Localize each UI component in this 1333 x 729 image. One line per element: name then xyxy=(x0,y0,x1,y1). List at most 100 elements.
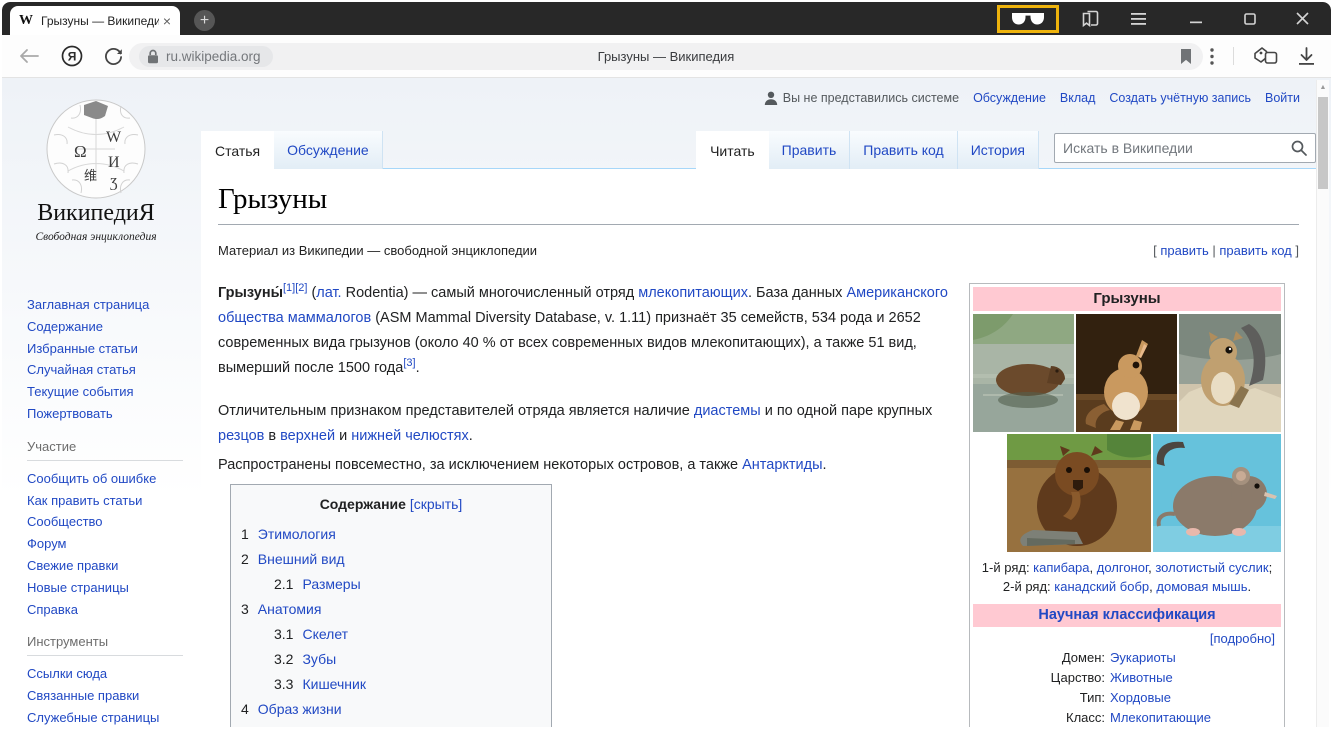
text-link[interactable]: править xyxy=(1160,243,1208,258)
toc-item: 3.3Кишечник xyxy=(241,672,541,697)
infobox-caption: 1-й ряд: капибара, долгоног, золотистый … xyxy=(975,558,1279,596)
wikipedia-wordmark[interactable]: ВикипедиЯ xyxy=(2,200,190,227)
toc-item: 4.1Питание xyxy=(241,722,541,727)
toc-link[interactable]: Зубы xyxy=(302,647,336,672)
wikipedia-slogan: Свободная энциклопедия xyxy=(2,231,190,243)
new-tab-button[interactable]: + xyxy=(194,10,215,31)
close-window-button[interactable] xyxy=(1285,2,1319,35)
sidebar-link[interactable]: Случайная статья xyxy=(27,359,195,381)
toc-link[interactable]: Анатомия xyxy=(258,597,322,622)
personal-link[interactable]: Вклад xyxy=(1060,91,1096,105)
collections-icon[interactable] xyxy=(1253,46,1279,66)
text-link[interactable]: долгоног xyxy=(1097,560,1148,575)
sidebar-link[interactable]: Как править статьи xyxy=(27,490,195,512)
text-link[interactable]: править код xyxy=(1219,243,1291,258)
personal-link[interactable]: Войти xyxy=(1265,91,1300,105)
tab-close-icon[interactable]: × xyxy=(163,13,171,29)
golden-squirrel-photo[interactable] xyxy=(1179,314,1281,432)
sidebar-link[interactable]: Ссылки сюда xyxy=(27,663,195,685)
toc-link[interactable]: Питание xyxy=(302,722,357,727)
page-tab[interactable]: Править код xyxy=(849,131,957,169)
bookmark-this-button[interactable] xyxy=(1179,48,1193,65)
beaver-photo[interactable] xyxy=(1007,434,1151,552)
text-link[interactable]: золотистый суслик xyxy=(1155,560,1268,575)
sidebar-link[interactable]: Сообщить об ошибке xyxy=(27,468,195,490)
wikipedia-logo[interactable]: Ω W И 维 Ʒ xyxy=(2,97,190,206)
classification-link[interactable]: Научная классификация xyxy=(1038,607,1215,623)
capybara-photo[interactable] xyxy=(973,314,1074,432)
toc-link[interactable]: Этимология xyxy=(258,522,336,547)
sidebar-link[interactable]: Справка xyxy=(27,599,195,621)
page-tab[interactable]: Читать xyxy=(696,131,769,170)
toc-link[interactable]: Размеры xyxy=(302,572,360,597)
sidebar-link[interactable]: Пожертвовать xyxy=(27,403,195,425)
menu-button[interactable] xyxy=(1121,2,1155,35)
hamburger-icon xyxy=(1131,13,1146,25)
search-icon[interactable] xyxy=(1291,140,1307,156)
toc-hide-link[interactable]: [скрыть] xyxy=(410,496,462,512)
taxonomy-value[interactable]: Млекопитающие xyxy=(1110,708,1281,727)
text-link[interactable]: канадский бобр xyxy=(1054,579,1149,594)
text-link[interactable]: верхней xyxy=(280,428,335,444)
page-tab[interactable]: Обсуждение xyxy=(273,131,383,169)
sidebar-link[interactable]: Текущие события xyxy=(27,381,195,403)
text-link[interactable]: домовая мышь xyxy=(1156,579,1247,594)
house-mouse-photo[interactable] xyxy=(1153,434,1281,552)
sidebar-link[interactable]: Заглавная страница xyxy=(27,294,195,316)
refresh-icon[interactable] xyxy=(104,47,123,66)
sidebar-link[interactable]: Форум xyxy=(27,533,195,555)
sidebar-link[interactable]: Содержание xyxy=(27,316,195,338)
minimize-button[interactable] xyxy=(1179,2,1213,35)
taxonomy-label: Тип: xyxy=(973,688,1105,708)
sidebar-link[interactable]: Служебные страницы xyxy=(27,707,195,727)
text-link[interactable]: Антарктиды xyxy=(742,457,822,473)
taxonomy-table: Домен:ЭукариотыЦарство:ЖивотныеТип:Хордо… xyxy=(973,648,1281,727)
springhare-photo[interactable] xyxy=(1076,314,1177,432)
download-icon[interactable] xyxy=(1298,47,1315,65)
page-tab[interactable]: История xyxy=(957,131,1039,169)
taxonomy-value[interactable]: Эукариоты xyxy=(1110,648,1281,668)
text-link[interactable]: нижней челюстях xyxy=(351,428,468,444)
back-icon[interactable] xyxy=(18,48,40,64)
text-link[interactable]: диастемы xyxy=(694,403,761,419)
incognito-highlight-box[interactable] xyxy=(997,5,1059,33)
text-link[interactable]: резцов xyxy=(218,428,264,444)
browser-tab[interactable]: W Грызуны — Википедия × xyxy=(10,6,180,35)
toc-link[interactable]: Кишечник xyxy=(302,672,366,697)
wiki-search-box[interactable] xyxy=(1054,133,1316,163)
taxonomy-label: Царство: xyxy=(973,668,1105,688)
sidebar-section-header: Участие xyxy=(27,439,183,461)
sidebar-link[interactable]: Сообщество xyxy=(27,511,195,533)
side-panel-button[interactable] xyxy=(1073,2,1107,35)
page-scrollbar[interactable]: ▲ xyxy=(1316,80,1329,727)
search-input[interactable] xyxy=(1063,140,1291,156)
reference-link[interactable]: [1] xyxy=(283,282,295,294)
personal-link[interactable]: Обсуждение xyxy=(973,91,1046,105)
yandex-icon[interactable]: Я xyxy=(61,45,83,67)
sidebar-link[interactable]: Связанные правки xyxy=(27,685,195,707)
scrollbar-thumb[interactable] xyxy=(1318,97,1328,189)
page-tab[interactable]: Править xyxy=(768,131,851,169)
reference-link[interactable]: [2] xyxy=(295,282,307,294)
more-options-button[interactable] xyxy=(1210,48,1214,65)
sidebar-link[interactable]: Свежие правки xyxy=(27,555,195,577)
toc-link[interactable]: Внешний вид xyxy=(258,547,345,572)
scroll-up-arrow[interactable]: ▲ xyxy=(1317,80,1329,94)
sidebar-navigation: Заглавная страницаСодержаниеИзбранные ст… xyxy=(27,294,195,727)
text-link[interactable]: капибара xyxy=(1033,560,1089,575)
address-bar[interactable]: ru.wikipedia.org Грызуны — Википедия xyxy=(129,43,1203,70)
text-link[interactable]: лат. xyxy=(316,285,341,301)
close-icon xyxy=(1296,12,1309,25)
text-link[interactable]: млекопитающих xyxy=(638,285,748,301)
sidebar-link[interactable]: Избранные статьи xyxy=(27,338,195,360)
personal-link[interactable]: Создать учётную запись xyxy=(1109,91,1251,105)
page-tab[interactable]: Статья xyxy=(201,131,274,170)
maximize-button[interactable] xyxy=(1233,2,1267,35)
details-link[interactable]: [подробно] xyxy=(1210,631,1275,646)
toc-link[interactable]: Образ жизни xyxy=(258,697,342,722)
taxonomy-value[interactable]: Животные xyxy=(1110,668,1281,688)
taxonomy-value[interactable]: Хордовые xyxy=(1110,688,1281,708)
sidebar-link[interactable]: Новые страницы xyxy=(27,577,195,599)
toc-link[interactable]: Скелет xyxy=(302,622,348,647)
reference-link[interactable]: [3] xyxy=(403,357,415,369)
